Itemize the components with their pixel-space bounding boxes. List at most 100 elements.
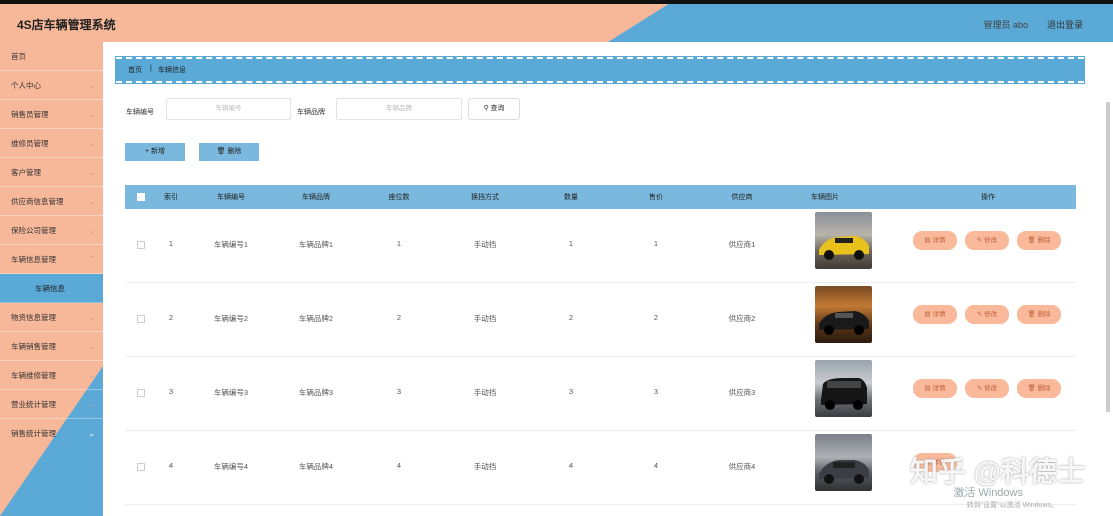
select-all-checkbox[interactable] bbox=[137, 193, 145, 201]
cell-index: 3 bbox=[168, 387, 174, 396]
sidebar: 首页 个人中心 ⌄ 销售员管理 ⌄ 维修员管理 ⌄ 客户管理 ⌄ 供应商信息管理 ⌄ 保险… bbox=[0, 42, 103, 516]
batch-delete-button[interactable]: 🗑 删除 bbox=[199, 143, 259, 161]
sidebar-item-label: 供应商信息管理 bbox=[11, 197, 64, 206]
edit-button[interactable]: ✎ 修改 bbox=[965, 305, 1009, 324]
trash-icon: 🗑 bbox=[1027, 237, 1036, 244]
chevron-down-icon: ⌄ bbox=[88, 139, 95, 148]
sidebar-item-label: 车辆信息 bbox=[35, 284, 65, 293]
edit-icon: ✎ bbox=[976, 311, 983, 318]
column-header: 操作 bbox=[981, 194, 995, 201]
cell-index: 4 bbox=[168, 461, 174, 470]
cell-index: 2 bbox=[168, 313, 174, 322]
cell-supplier: 供应商1 bbox=[728, 240, 756, 249]
scrollbar[interactable] bbox=[1106, 102, 1110, 412]
logout-link[interactable]: 退出登录 bbox=[1047, 18, 1083, 31]
sidebar-item-label: 物资信息管理 bbox=[11, 313, 56, 322]
sidebar-item-label: 个人中心 bbox=[11, 81, 41, 90]
trash-icon: 🗑 bbox=[1027, 385, 1036, 392]
sidebar-item-label: 客户管理 bbox=[11, 168, 41, 177]
trash-icon: 🗑 bbox=[216, 148, 226, 155]
vehicle-code-label: 车辆编号 bbox=[126, 109, 154, 116]
sidebar-item-insurance[interactable]: 保险公司管理 ⌄ bbox=[0, 216, 103, 245]
sidebar-subitem-vehicle-info[interactable]: 车辆信息 bbox=[0, 274, 103, 303]
detail-icon: ▤ bbox=[924, 237, 931, 244]
cell-supplier: 供应商4 bbox=[728, 462, 756, 471]
delete-button[interactable]: 🗑 删除 bbox=[1017, 379, 1061, 398]
edit-button[interactable]: ✎ 修改 bbox=[965, 379, 1009, 398]
sidebar-item-label: 维修员管理 bbox=[11, 139, 49, 148]
sidebar-item-label: 销售员管理 bbox=[11, 110, 49, 119]
query-button[interactable]: ⚲ 查询 bbox=[468, 98, 520, 120]
sidebar-item-label: 销售统计管理 bbox=[11, 429, 56, 438]
chevron-down-icon: ⌄ bbox=[88, 313, 95, 322]
delete-button[interactable]: 🗑 删除 bbox=[1017, 231, 1061, 250]
cell-seats: 4 bbox=[396, 461, 402, 470]
main-content: 首页 | 车辆信息 车辆编号 车辆编号 车辆品牌 车辆品牌 ⚲ 查询 + 新增 … bbox=[103, 42, 1113, 516]
sidebar-item-vehicle-repair[interactable]: 车辆维修管理 ⌄ bbox=[0, 361, 103, 390]
column-header: 换挡方式 bbox=[471, 194, 499, 201]
add-button[interactable]: + 新增 bbox=[125, 143, 185, 161]
chevron-up-icon: ⌃ bbox=[88, 255, 95, 264]
table-row: 3 车辆编号3 车辆品牌3 3 手动挡 3 3 供应商3 ▤ 详情 ✎ 修改 🗑… bbox=[125, 357, 1076, 431]
detail-icon: ▤ bbox=[924, 311, 931, 318]
batch-delete-button-label: 删除 bbox=[227, 148, 242, 155]
table-header: 索引 车辆编号 车辆品牌 座位数 换挡方式 数量 售价 供应商 车辆图片 操作 bbox=[125, 185, 1076, 209]
delete-button[interactable]: 🗑 删除 bbox=[1017, 305, 1061, 324]
cell-quantity: 2 bbox=[568, 313, 574, 322]
column-header: 数量 bbox=[564, 194, 578, 201]
edit-button[interactable]: ✎ 修改 bbox=[965, 231, 1009, 250]
detail-button[interactable]: ▤ 详情 bbox=[913, 231, 957, 250]
cell-vehicle-brand: 车辆品牌1 bbox=[298, 240, 334, 249]
edit-button-label: 修改 bbox=[984, 237, 998, 244]
vehicle-code-input[interactable]: 车辆编号 bbox=[166, 98, 291, 120]
sidebar-item-materials[interactable]: 物资信息管理 ⌄ bbox=[0, 303, 103, 332]
delete-button-label: 删除 bbox=[1037, 385, 1051, 392]
vehicle-brand-input[interactable]: 车辆品牌 bbox=[336, 98, 462, 120]
vehicle-brand-label: 车辆品牌 bbox=[297, 109, 325, 116]
chevron-down-icon: ⌄ bbox=[88, 371, 95, 380]
vehicle-image bbox=[815, 212, 872, 269]
detail-button[interactable]: ▤ 详情 bbox=[913, 379, 957, 398]
sidebar-item-suppliers[interactable]: 供应商信息管理 ⌄ bbox=[0, 187, 103, 216]
sidebar-item-label: 车辆销售管理 bbox=[11, 342, 56, 351]
breadcrumb: 首页 | 车辆信息 bbox=[115, 56, 1085, 84]
edit-button-label: 修改 bbox=[984, 385, 998, 392]
query-button-label: 查询 bbox=[490, 105, 505, 112]
cell-supplier: 供应商3 bbox=[728, 388, 756, 397]
sidebar-item-vehicle-sales[interactable]: 车辆销售管理 ⌄ bbox=[0, 332, 103, 361]
sidebar-item-label: 车辆信息管理 bbox=[11, 255, 56, 264]
detail-icon: ▤ bbox=[924, 385, 931, 392]
sidebar-item-customers[interactable]: 客户管理 ⌄ bbox=[0, 158, 103, 187]
breadcrumb-current: 车辆信息 bbox=[158, 67, 186, 74]
row-checkbox[interactable] bbox=[137, 463, 145, 471]
sidebar-item-label: 首页 bbox=[11, 52, 26, 61]
sidebar-item-home[interactable]: 首页 bbox=[0, 42, 103, 71]
breadcrumb-home[interactable]: 首页 bbox=[128, 65, 142, 75]
cell-seats: 2 bbox=[396, 313, 402, 322]
vehicle-image bbox=[815, 286, 872, 343]
plus-icon: + bbox=[144, 148, 150, 155]
row-checkbox[interactable] bbox=[137, 315, 145, 323]
detail-button[interactable]: ▤ 详情 bbox=[913, 305, 957, 324]
app-title: 4S店车辆管理系统 bbox=[17, 18, 116, 32]
sidebar-item-vehicle-mgmt[interactable]: 车辆信息管理 ⌃ bbox=[0, 245, 103, 274]
row-checkbox[interactable] bbox=[137, 241, 145, 249]
column-header: 供应商 bbox=[731, 194, 753, 201]
column-header: 车辆品牌 bbox=[302, 194, 330, 201]
cell-index: 1 bbox=[168, 239, 174, 248]
cell-price: 2 bbox=[653, 313, 659, 322]
sidebar-item-label: 保险公司管理 bbox=[11, 226, 56, 235]
chevron-down-icon: ⌄ bbox=[88, 400, 95, 409]
admin-label: 管理员 abo bbox=[983, 20, 1028, 30]
sidebar-item-sales-stats[interactable]: 销售统计管理 ⌄ bbox=[0, 419, 103, 448]
column-header: 座位数 bbox=[388, 194, 410, 201]
chevron-down-icon: ⌄ bbox=[88, 81, 95, 90]
sidebar-item-business-stats[interactable]: 营业统计管理 ⌄ bbox=[0, 390, 103, 419]
sidebar-item-personal[interactable]: 个人中心 ⌄ bbox=[0, 71, 103, 100]
cell-quantity: 3 bbox=[568, 387, 574, 396]
trash-icon: 🗑 bbox=[1027, 311, 1036, 318]
sidebar-item-repair-staff[interactable]: 维修员管理 ⌄ bbox=[0, 129, 103, 158]
sidebar-menu: 首页 个人中心 ⌄ 销售员管理 ⌄ 维修员管理 ⌄ 客户管理 ⌄ 供应商信息管理 ⌄ 保险… bbox=[0, 42, 103, 448]
row-checkbox[interactable] bbox=[137, 389, 145, 397]
sidebar-item-sales-staff[interactable]: 销售员管理 ⌄ bbox=[0, 100, 103, 129]
